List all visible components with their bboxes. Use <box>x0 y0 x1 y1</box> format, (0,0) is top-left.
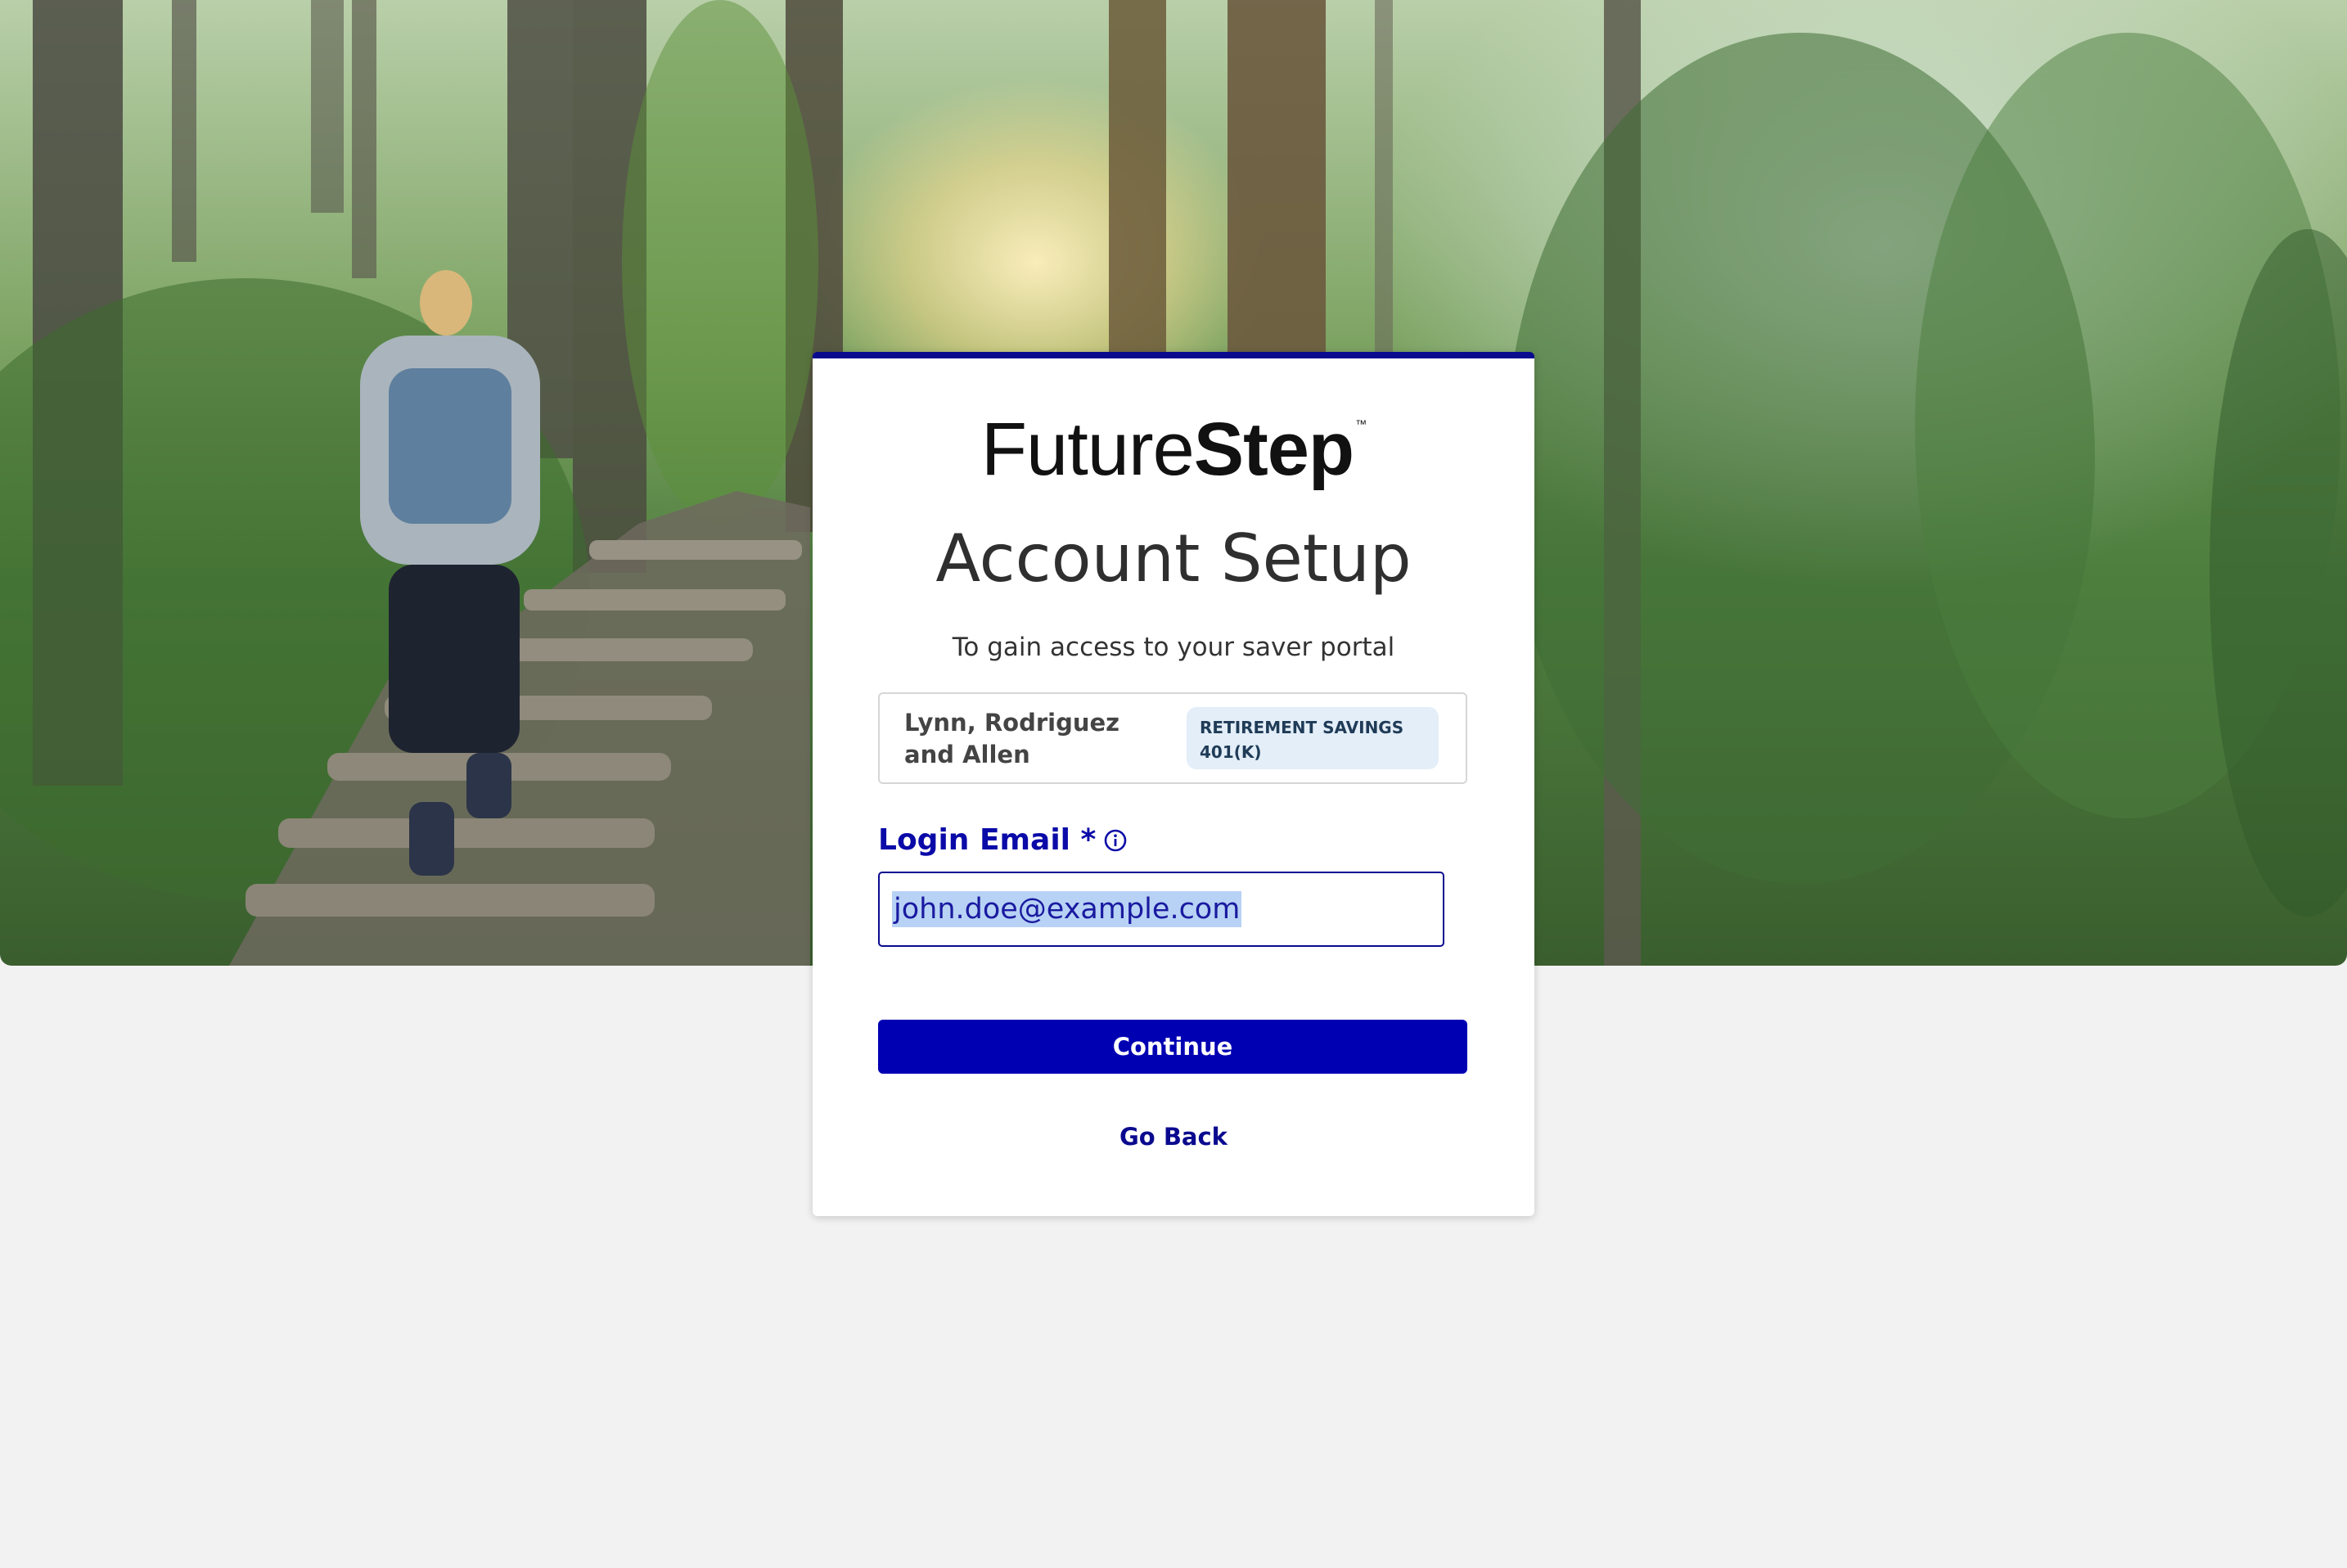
page-title: Account Setup <box>935 520 1412 597</box>
continue-button[interactable]: Continue <box>878 1020 1467 1074</box>
account-setup-card: FutureStep ™ Account Setup To gain access… <box>813 352 1534 1216</box>
login-email-label: Login Email * <box>878 823 1097 857</box>
futurestep-logo: FutureStep ™ <box>813 412 1534 487</box>
info-circle-icon[interactable] <box>1104 829 1127 852</box>
page-subtitle: To gain access to your saver portal <box>952 633 1395 662</box>
login-email-input[interactable]: john.doe@example.com <box>878 872 1444 947</box>
plan-type-badge: RETIREMENT SAVINGS 401(K) <box>1187 707 1439 769</box>
login-email-label-row: Login Email * <box>878 823 1127 857</box>
logo-trademark: ™ <box>1355 417 1367 430</box>
plan-type-label: RETIREMENT SAVINGS <box>1200 718 1404 737</box>
plan-type-code: 401(K) <box>1200 742 1262 762</box>
login-email-value[interactable]: john.doe@example.com <box>892 891 1242 927</box>
employer-name: Lynn, Rodriguez and Allen <box>904 709 1120 768</box>
go-back-link[interactable]: Go Back <box>813 1123 1534 1151</box>
employer-plan-summary: Lynn, Rodriguez and Allen RETIREMENT SAV… <box>878 692 1467 784</box>
logo-light-text: Future <box>980 408 1195 491</box>
logo-bold-text: Step <box>1193 408 1354 491</box>
